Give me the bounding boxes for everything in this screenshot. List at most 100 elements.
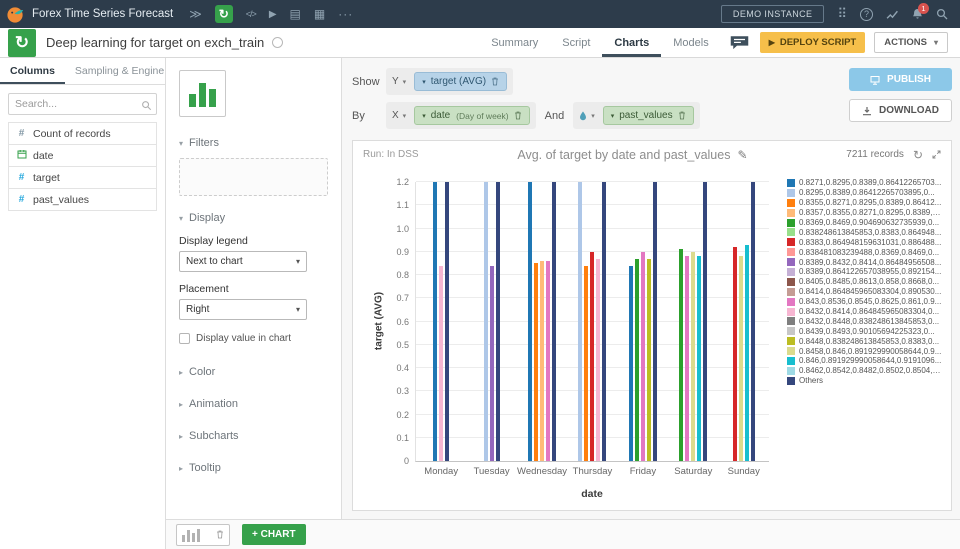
tab-sampling-engine[interactable]: Sampling & Engine xyxy=(65,58,174,84)
jobs-icon[interactable]: ▤ xyxy=(290,7,301,21)
legend-swatch xyxy=(787,188,795,197)
publish-button[interactable]: PUBLISH xyxy=(849,68,952,91)
search-input[interactable] xyxy=(8,93,157,115)
bar xyxy=(634,258,639,461)
token-label: target (AVG) xyxy=(430,76,487,87)
x-axis-dropdown[interactable]: X ▾ xyxy=(392,110,406,121)
legend-item[interactable]: 0.8414,0.864845965083304,0.890530... xyxy=(787,287,943,297)
legend-item[interactable]: 0.8369,0.8469,0.904690632735939,0... xyxy=(787,218,943,228)
bar-group xyxy=(719,182,769,461)
project-name[interactable]: Forex Time Series Forecast xyxy=(32,8,173,20)
play-icon[interactable]: ▶ xyxy=(269,9,277,20)
legend-item[interactable]: 0.846,0.891929990058644,0.9191096... xyxy=(787,356,943,366)
legend-item[interactable]: 0.8271,0.8295,0.8389,0.86412265703... xyxy=(787,178,943,188)
demo-instance-badge[interactable]: DEMO INSTANCE xyxy=(720,5,825,23)
show-label: Show xyxy=(352,75,380,88)
bar xyxy=(528,182,533,461)
tab-models[interactable]: Models xyxy=(661,28,720,57)
color-dimension-dropdown[interactable]: ▾ xyxy=(579,111,595,121)
chevron-down-icon: ▾ xyxy=(422,112,426,120)
token-label: past_values xyxy=(619,110,673,121)
legend-item[interactable]: 0.8462,0.8542,0.8482,0.8502,0.8504,0... xyxy=(787,366,943,376)
y-axis-tick-label: 0.4 xyxy=(396,363,409,373)
dashboard-icon[interactable]: ▦ xyxy=(314,7,325,21)
chart-thumbnail[interactable] xyxy=(176,523,230,546)
edit-title-icon[interactable]: ✎ xyxy=(737,148,747,162)
token-target-avg[interactable]: ▾ target (AVG) xyxy=(414,72,508,91)
actions-button[interactable]: ACTIONS ▾ xyxy=(874,32,948,53)
download-button[interactable]: DOWNLOAD xyxy=(849,99,952,122)
legend-item[interactable]: 0.8405,0.8485,0.8613,0.858,0.8668,0... xyxy=(787,277,943,287)
section-filters[interactable]: ▾ Filters xyxy=(179,137,328,149)
legend-item[interactable]: 0.8432,0.8448,0.838248613845853,0... xyxy=(787,316,943,326)
dataiku-logo[interactable] xyxy=(0,0,30,28)
legend-item[interactable]: 0.8357,0.8355,0.8271,0.8295,0.8389,0... xyxy=(787,208,943,218)
token-past-values[interactable]: ▾ past_values xyxy=(602,106,694,125)
section-display[interactable]: ▾ Display xyxy=(179,212,328,224)
section-color[interactable]: ▸ Color xyxy=(179,366,328,378)
download-label: DOWNLOAD xyxy=(879,105,939,116)
legend-item[interactable]: 0.8439,0.8493,0.90105694225323,0... xyxy=(787,326,943,336)
plot-region: target (AVG) 1.2 1.1 1.0 0.9 0.8 0.7 0.6 0.5 0.4… xyxy=(357,170,781,506)
code-icon[interactable]: </> xyxy=(246,9,257,19)
chevron-right-icon: ▸ xyxy=(179,431,184,441)
legend-item[interactable]: 0.843,0.8536,0.8545,0.8625,0.861,0.9... xyxy=(787,297,943,307)
filters-drop-zone[interactable] xyxy=(179,158,328,196)
legend-swatch xyxy=(787,218,795,227)
column-target[interactable]: # target xyxy=(9,167,156,189)
trash-icon[interactable] xyxy=(491,77,499,86)
more-menu-icon[interactable]: ··· xyxy=(338,7,353,21)
chevron-down-icon: ▾ xyxy=(295,305,300,314)
legend-item[interactable]: 0.8389,0.8432,0.8414,0.86484956508... xyxy=(787,257,943,267)
column-date[interactable]: date xyxy=(9,145,156,167)
column-past-values[interactable]: # past_values xyxy=(9,189,156,211)
legend-item[interactable]: Others xyxy=(787,376,943,386)
section-animation[interactable]: ▸ Animation xyxy=(179,398,328,410)
help-icon[interactable]: ? xyxy=(860,7,873,21)
legend-item[interactable]: 0.8295,0.8389,0.86412265703895,0... xyxy=(787,188,943,198)
legend-item[interactable]: 0.8448,0.838248613845853,0.8383,0... xyxy=(787,336,943,346)
legend-swatch xyxy=(787,287,795,296)
chevron-right-icon: ▸ xyxy=(179,367,184,377)
column-count-of-records[interactable]: # Count of records xyxy=(9,123,156,145)
tab-columns[interactable]: Columns xyxy=(0,58,65,84)
legend-swatch xyxy=(787,376,795,385)
recipe-icon[interactable]: ↻ xyxy=(8,28,36,57)
trend-icon[interactable] xyxy=(886,9,899,20)
search-icon[interactable] xyxy=(936,8,948,20)
token-date[interactable]: ▾ date (Day of week) xyxy=(414,106,530,125)
tab-charts[interactable]: Charts xyxy=(602,28,662,57)
deploy-script-button[interactable]: ▶ DEPLOY SCRIPT xyxy=(759,32,866,53)
trash-icon[interactable] xyxy=(678,111,686,120)
notifications-bell-icon[interactable]: 1 xyxy=(912,3,929,20)
chevron-right-icon: ▸ xyxy=(179,463,184,473)
chart-type-selector[interactable] xyxy=(179,70,226,117)
tab-script[interactable]: Script xyxy=(550,28,602,57)
display-legend-select[interactable]: Next to chart ▾ xyxy=(179,251,307,272)
trash-icon[interactable] xyxy=(514,111,522,120)
flow-icon[interactable]: ≫ xyxy=(189,7,202,21)
legend-item[interactable]: 0.838481083239488,0.8369,0.8469,0... xyxy=(787,247,943,257)
expand-icon[interactable] xyxy=(932,150,941,159)
y-axis-dropdown[interactable]: Y ▾ xyxy=(392,76,406,87)
active-recipe-icon[interactable]: ↻ xyxy=(214,5,233,23)
apps-grid-icon[interactable]: ⠿ xyxy=(837,6,847,22)
chart-title: Avg. of target by date and past_values xyxy=(517,147,731,162)
legend-item[interactable]: 0.838248613845853,0.8383,0.864948... xyxy=(787,227,943,237)
legend-item[interactable]: 0.8355,0.8271,0.8295,0.8389,0.86412... xyxy=(787,198,943,208)
display-value-checkbox[interactable] xyxy=(179,333,190,344)
placement-select[interactable]: Right ▾ xyxy=(179,299,307,320)
legend-item[interactable]: 0.8389,0.864122657038955,0.892154... xyxy=(787,267,943,277)
comments-icon[interactable] xyxy=(729,35,750,50)
section-tooltip[interactable]: ▸ Tooltip xyxy=(179,462,328,474)
refresh-icon[interactable]: ↻ xyxy=(913,148,923,162)
legend-item[interactable]: 0.8432,0.8414,0.864845965083304,0... xyxy=(787,307,943,317)
tab-summary[interactable]: Summary xyxy=(479,28,550,57)
legend-item[interactable]: 0.8458,0.846,0.891929990058644,0.9... xyxy=(787,346,943,356)
add-chart-button[interactable]: + CHART xyxy=(242,524,306,545)
legend-item[interactable]: 0.8383,0.864948159631031,0.886488... xyxy=(787,237,943,247)
legend-swatch xyxy=(787,327,795,336)
section-subcharts[interactable]: ▸ Subcharts xyxy=(179,430,328,442)
legend-label: 0.8462,0.8542,0.8482,0.8502,0.8504,0... xyxy=(799,366,943,376)
trash-icon[interactable] xyxy=(216,530,224,539)
